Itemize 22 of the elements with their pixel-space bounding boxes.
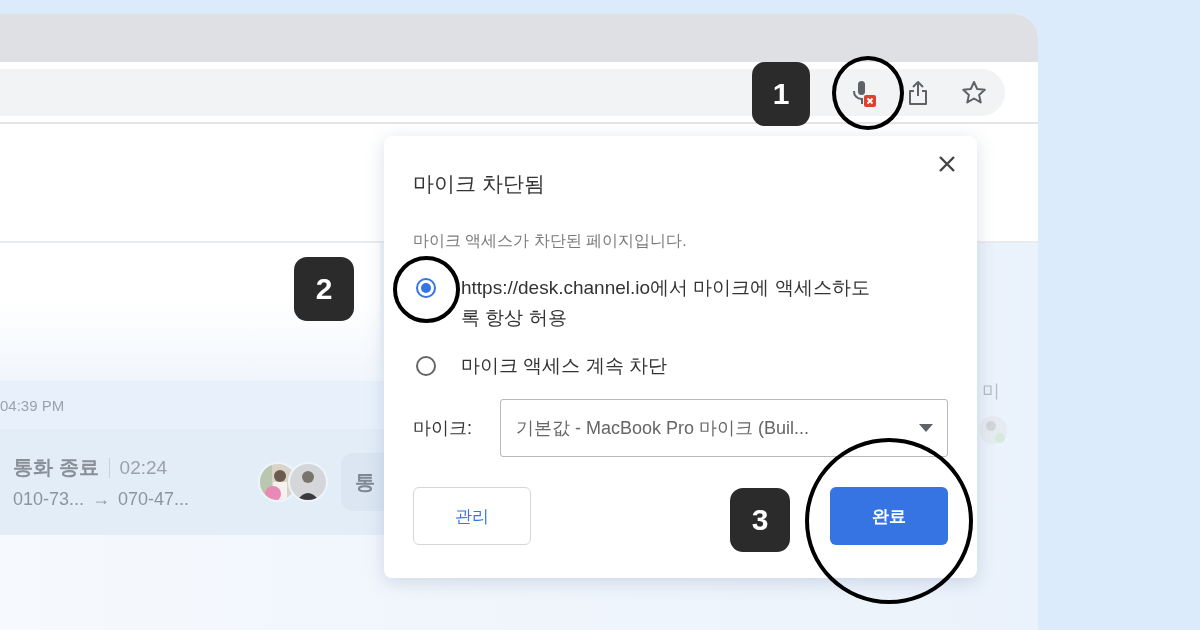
dialog-title: 마이크 차단됨 bbox=[413, 171, 546, 197]
step-badge: 1 bbox=[752, 62, 810, 126]
call-duration: 02:24 bbox=[119, 456, 168, 479]
microphone-label: 마이크: bbox=[413, 417, 472, 440]
manage-button[interactable]: 관리 bbox=[413, 487, 531, 545]
done-button[interactable]: 완료 bbox=[830, 487, 948, 545]
dialog-description: 마이크 액세스가 차단된 페이지입니다. bbox=[413, 231, 688, 251]
arrow-glyph: → bbox=[92, 489, 111, 510]
option-label: https://desk.channel.io에서 마이크에 액세스하도록 항상 허용 bbox=[461, 276, 871, 330]
caret-icon bbox=[919, 424, 933, 432]
step-badge: 2 bbox=[294, 257, 354, 321]
option-label: 마이크 액세스 계속 차단 bbox=[461, 354, 668, 378]
radio-button[interactable] bbox=[416, 278, 436, 298]
close-icon[interactable] bbox=[937, 154, 957, 174]
callee-number: 070-47... bbox=[118, 489, 190, 510]
highlight-circle bbox=[393, 256, 460, 323]
microphone-dropdown[interactable]: 기본값 - MacBook Pro 마이크 (Buil... bbox=[500, 399, 948, 457]
timestamp: 04:39 PM bbox=[0, 396, 65, 414]
radio-button[interactable] bbox=[416, 356, 436, 376]
step-badge: 3 bbox=[730, 488, 790, 552]
call-status: 통화 종료 bbox=[13, 455, 99, 480]
caller-number: 010-73... bbox=[13, 489, 85, 510]
